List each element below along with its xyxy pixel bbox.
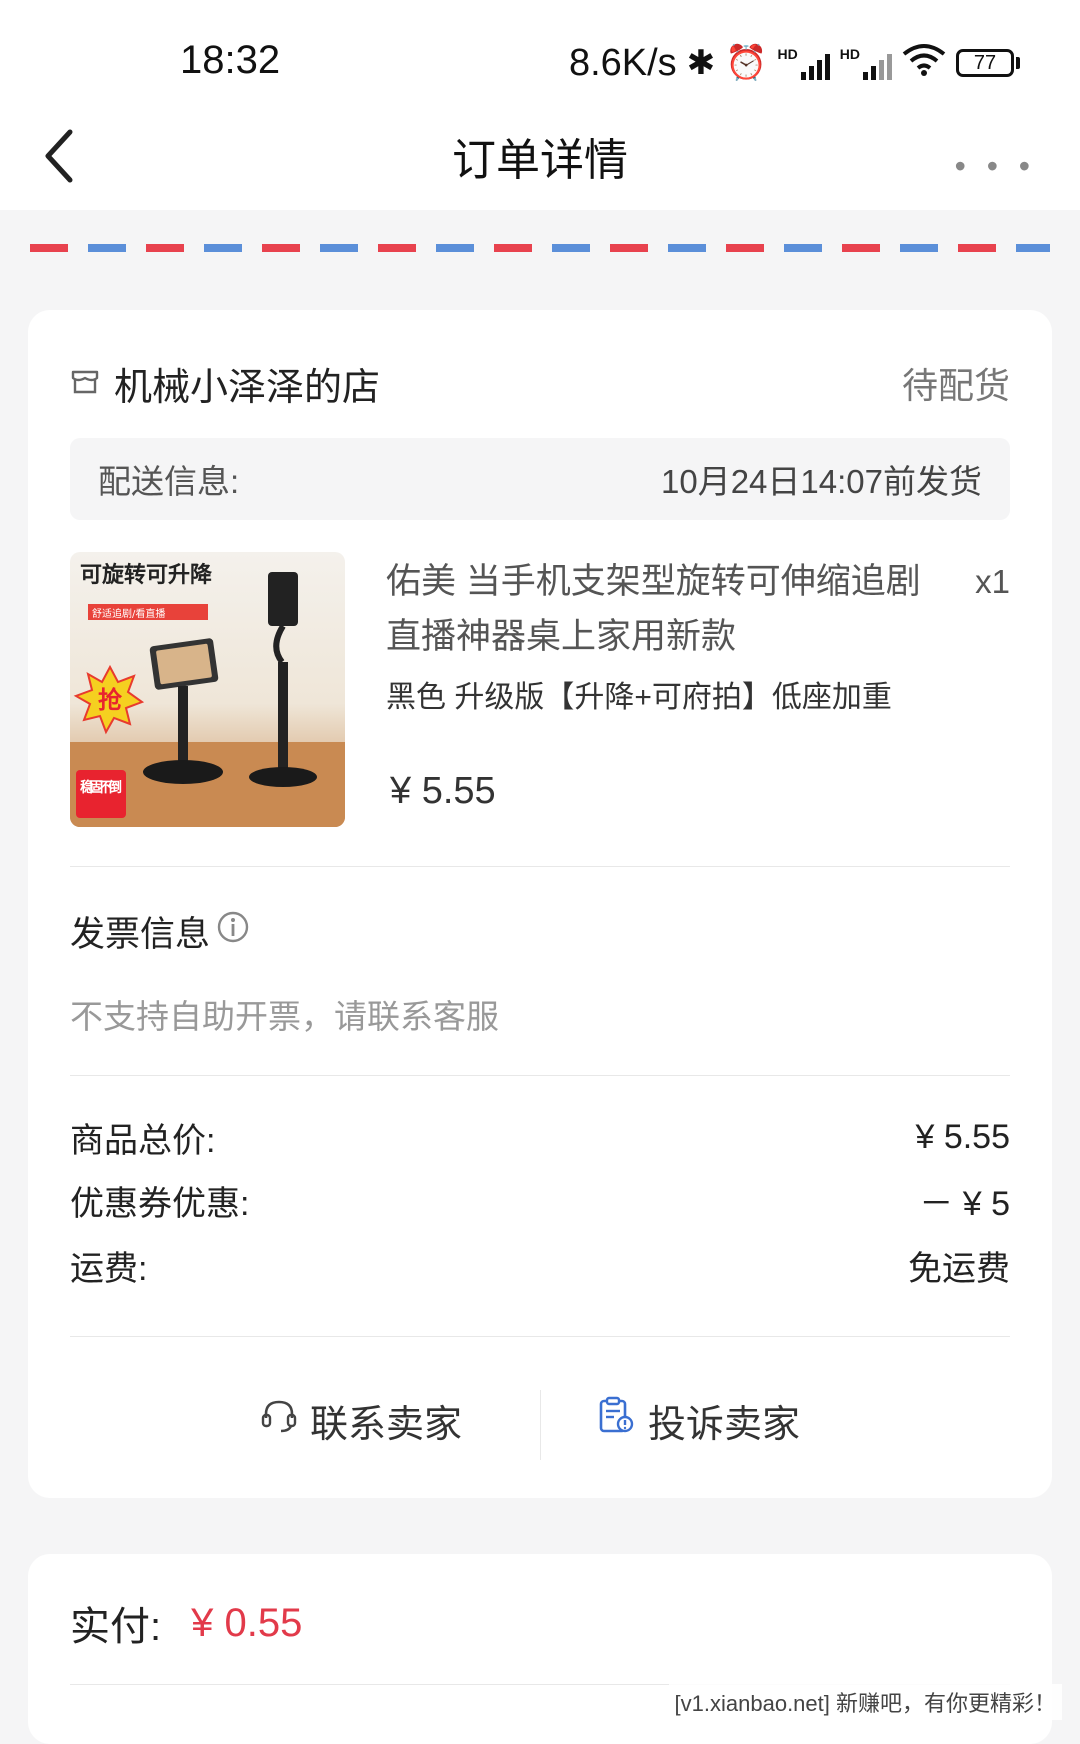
fee-label: 优惠券优惠: [70,1184,250,1223]
divider [70,866,1010,867]
fee-row-coupon: 优惠券优惠: － ¥ 5 [70,1170,1010,1230]
fee-value: － ¥ 5 [919,1184,1010,1223]
hd-label-2: HD [839,46,860,62]
product-quantity: x1 [975,563,1010,600]
page-title: 订单详情 [452,136,628,185]
payment-row: 实付: ¥ 0.55 [70,1594,302,1652]
complain-seller-label: 投诉卖家 [648,1403,801,1446]
more-icon[interactable]: • • • [955,148,1036,185]
invoice-header: 发票信息 [70,906,250,957]
headset-icon [260,1396,298,1444]
invoice-title: 发票信息 [70,915,211,954]
product-image-sub: 舒适追剧/看直播 [92,607,165,620]
signal-icon-1: HD [778,46,830,80]
contact-seller-button[interactable]: 联系卖家 [260,1380,462,1460]
delivery-info: 配送信息: 10月24日14:07前发货 [70,438,1010,520]
product-image-headline: 可旋转可升降 [80,562,213,588]
payment-amount: ¥ 0.55 [191,1600,303,1645]
product-spec: 黑色 升级版【升降+可府拍】低座加重 [386,681,892,714]
fee-value: ¥ 5.55 [915,1117,1010,1156]
complain-seller-button[interactable]: 投诉卖家 [596,1380,800,1460]
shop-row[interactable]: 机械小泽泽的店 待配货 [70,348,1010,418]
status-time: 18:32 [180,38,281,82]
watermark: [v1.xianbao.net] 新赚吧，有你更精彩！ [668,1684,1062,1720]
divider [70,1336,1010,1337]
status-indicators: 8.6K/s ✱ ⏰ HD HD 77 [569,38,1020,88]
complaint-icon [596,1395,636,1445]
divider [70,1075,1010,1076]
net-speed: 8.6K/s [568,41,677,84]
product-image-corner: 稳固不倒 [80,779,122,796]
delivery-label: 配送信息: [98,463,240,500]
signal-icon-2: HD [840,46,892,80]
fee-row-shipping: 运费: 免运费 [70,1235,1010,1295]
status-bar: 18:32 8.6K/s ✱ ⏰ HD HD 77 [0,0,1080,110]
contact-seller-label: 联系卖家 [310,1403,463,1446]
shop-name[interactable]: 机械小泽泽的店 [114,356,380,411]
bluetooth-icon: ✱ [686,44,716,82]
order-status: 待配货 [901,365,1010,406]
product-image[interactable]: 可旋转可升降 舒适追剧/看直播 抢 稳固不倒 [70,552,345,827]
seller-actions: 联系卖家 投诉卖家 [28,1380,1052,1460]
payment-label: 实付: [70,1605,162,1649]
airmail-stripe [30,244,1050,252]
nav-bar: 订单详情 • • • [0,110,1080,210]
fee-value: 免运费 [908,1249,1010,1288]
battery-icon: 77 [956,49,1020,77]
info-icon[interactable] [216,910,250,953]
product-price: ¥ 5.55 [390,770,496,812]
shop-icon [70,366,100,401]
fee-row-total: 商品总价: ¥ 5.55 [70,1107,1010,1167]
invoice-note: 不支持自助开票，请联系客服 [70,998,499,1035]
action-separator [540,1390,541,1460]
product-title[interactable]: 佑美 当手机支架型旋转可伸缩追剧直播神器桌上家用新款 [386,554,946,664]
order-card: 机械小泽泽的店 待配货 配送信息: 10月24日14:07前发货 可旋转可升降 … [28,310,1052,1498]
wifi-icon [902,42,946,84]
hd-label-1: HD [777,46,798,62]
battery-level: 77 [956,49,1014,77]
fee-label: 运费: [70,1249,148,1288]
alarm-icon: ⏰ [725,44,768,82]
product-image-badge: 抢 [98,686,123,714]
delivery-time: 10月24日14:07前发货 [661,463,982,500]
fee-label: 商品总价: [70,1121,216,1160]
